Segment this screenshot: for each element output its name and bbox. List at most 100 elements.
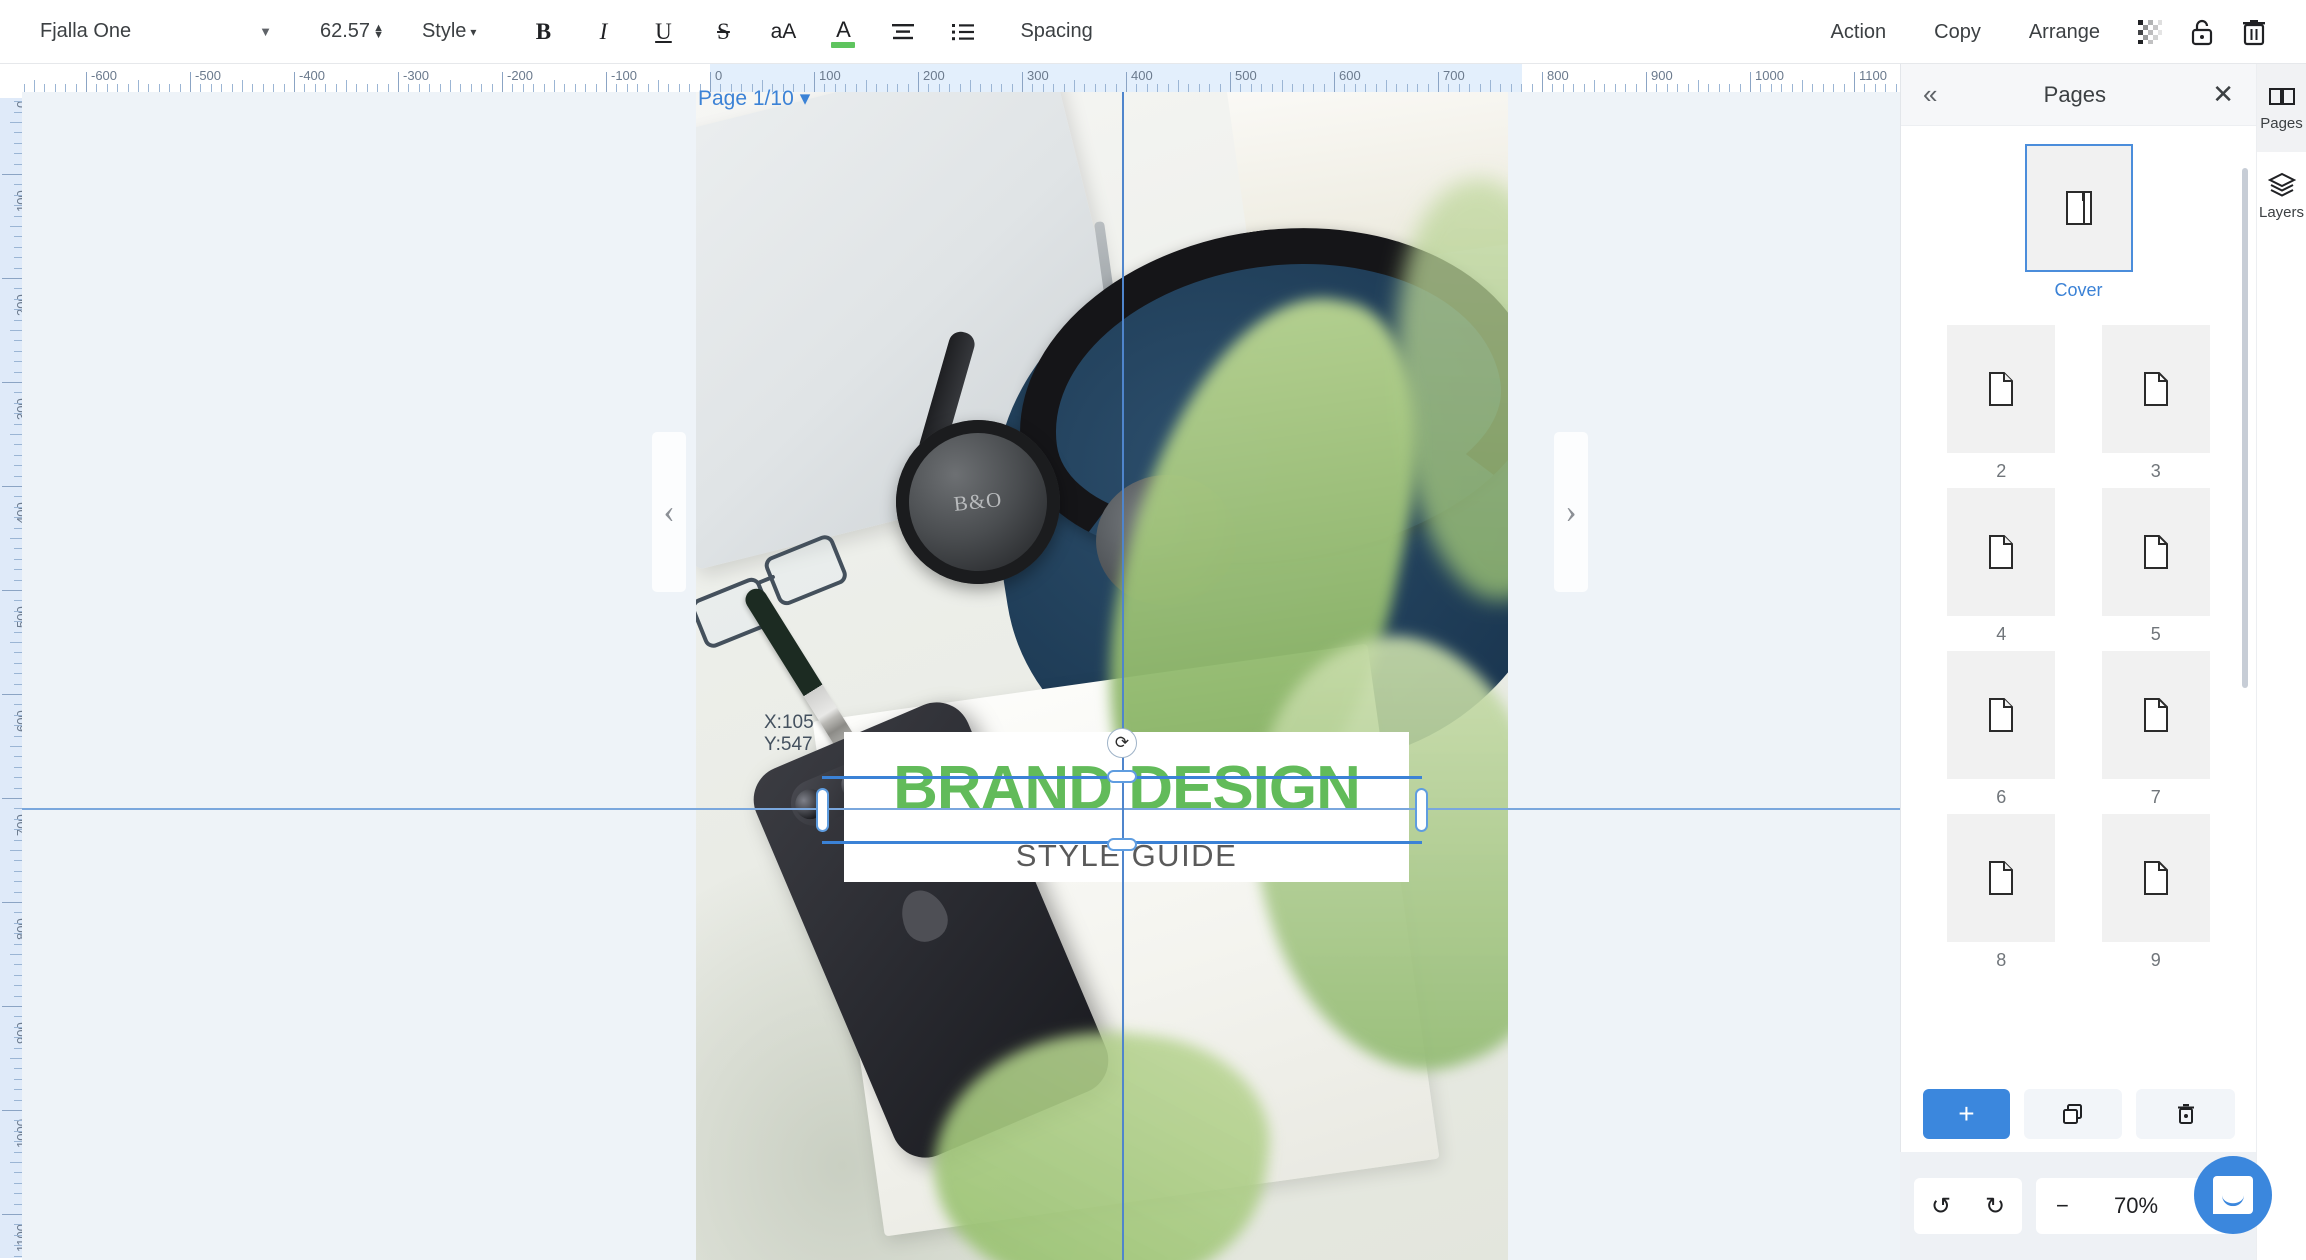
page-indicator-label: Page 1/10 — [698, 86, 794, 110]
page-thumbnail-item[interactable]: 8 — [1927, 814, 2076, 971]
redo-button[interactable]: ↻ — [1985, 1192, 2005, 1221]
vertical-ruler[interactable]: 010020030040050060070080090010001100 — [0, 92, 22, 1260]
page-canvas[interactable]: B&O — [696, 92, 1508, 1260]
page-thumbnail[interactable] — [2101, 488, 2210, 616]
prev-page-button[interactable]: ‹ — [652, 432, 686, 592]
ruler-minor-tick — [408, 84, 410, 92]
pages-panel-scrollbar[interactable] — [2242, 168, 2248, 688]
text-color-button[interactable]: A — [820, 9, 866, 55]
ruler-major-tick — [814, 72, 815, 92]
ruler-minor-tick — [491, 84, 493, 92]
italic-button[interactable]: I — [580, 9, 626, 55]
ruler-minor-tick — [1240, 84, 1242, 92]
zoom-out-button[interactable]: − — [2056, 1193, 2069, 1219]
ruler-minor-tick — [990, 84, 992, 92]
ruler-minor-tick — [65, 84, 67, 92]
page-thumbnail-item[interactable]: 5 — [2082, 488, 2231, 645]
underline-button[interactable]: U — [640, 9, 686, 55]
cover-thumbnail[interactable] — [2024, 144, 2133, 272]
ruler-minor-tick — [647, 84, 649, 92]
ruler-minor-tick — [1843, 84, 1845, 92]
ruler-label: 600 — [1339, 68, 1361, 83]
page-thumbnail[interactable] — [1947, 651, 2056, 779]
spacing-button[interactable]: Spacing — [1020, 20, 1092, 43]
ruler-major-tick — [190, 72, 191, 92]
arrange-button[interactable]: Arrange — [2005, 21, 2124, 44]
page-number-label: 3 — [2150, 461, 2161, 481]
page-thumbnail[interactable] — [1947, 325, 2056, 453]
page-thumbnail[interactable] — [2101, 325, 2210, 453]
ruler-minor-tick — [1396, 84, 1398, 92]
ruler-minor-tick — [1313, 84, 1315, 92]
cover-page-item[interactable]: Cover — [1927, 144, 2230, 301]
align-button[interactable] — [880, 9, 926, 55]
page-thumbnail-item[interactable]: 6 — [1927, 651, 2076, 808]
page-thumbnail-item[interactable]: 4 — [1927, 488, 2076, 645]
resize-handle-right[interactable] — [1415, 788, 1428, 832]
next-page-button[interactable]: › — [1554, 432, 1588, 592]
ruler-label: 1000 — [1755, 68, 1784, 83]
help-chat-button[interactable] — [2194, 1156, 2272, 1234]
page-thumbnail-grid[interactable]: 2 3 4 5 6 7 8 9 — [1927, 325, 2230, 977]
page-right-icon — [2143, 861, 2168, 895]
delete-page-button[interactable] — [2136, 1089, 2235, 1139]
font-size-stepper[interactable]: 62.57 ▲ ▼ — [320, 20, 384, 43]
bullet-list-button[interactable] — [940, 9, 986, 55]
page-thumbnail-item[interactable]: 9 — [2082, 814, 2231, 971]
page-thumbnail-item[interactable]: 3 — [2082, 325, 2231, 482]
ruler-minor-tick — [96, 84, 98, 92]
ruler-minor-tick — [1115, 84, 1117, 92]
ruler-minor-tick-v — [14, 933, 22, 935]
ruler-minor-tick — [886, 84, 888, 92]
stepper-arrows-icon[interactable]: ▲ ▼ — [373, 22, 384, 40]
add-page-button[interactable]: + — [1923, 1089, 2010, 1139]
ruler-minor-tick — [866, 80, 867, 92]
page-right-icon — [2143, 372, 2168, 406]
resize-handle-left[interactable] — [816, 788, 829, 832]
undo-button[interactable]: ↺ — [1931, 1192, 1951, 1221]
ruler-minor-tick-v — [14, 704, 22, 706]
ruler-minor-tick-v — [14, 579, 22, 581]
canvas-area[interactable]: B&O BRAND DESIGN STYLE GUIDE ⟳ X:105 Y:5… — [22, 92, 1900, 1260]
bold-button[interactable]: B — [520, 9, 566, 55]
ruler-minor-tick-v — [14, 350, 22, 352]
ruler-label-v: 1000 — [14, 1119, 22, 1148]
ruler-minor-tick — [1157, 84, 1159, 92]
ruler-minor-tick-v — [14, 558, 22, 560]
resize-handle-bottom[interactable] — [1107, 838, 1137, 851]
page-indicator[interactable]: Page 1/10 ▾ — [698, 86, 810, 111]
style-dropdown[interactable]: Style ▾ — [422, 20, 477, 43]
lock-button[interactable] — [2176, 6, 2228, 58]
rail-item-layers[interactable]: Layers — [2257, 152, 2306, 240]
font-family-select[interactable]: Fjalla One ▼ — [32, 12, 280, 52]
rail-item-pages[interactable]: Pages — [2257, 64, 2306, 152]
pages-panel-body[interactable]: Cover 2 3 4 5 6 7 8 9 — [1901, 126, 2256, 1128]
ruler-minor-tick — [106, 84, 108, 92]
page-thumbnail-item[interactable]: 7 — [2082, 651, 2231, 808]
ruler-minor-tick — [1365, 84, 1367, 92]
text-case-button[interactable]: aA — [760, 9, 806, 55]
action-button[interactable]: Action — [1807, 21, 1911, 44]
ruler-major-tick — [1854, 72, 1855, 92]
strikethrough-button[interactable]: S — [700, 9, 746, 55]
page-thumbnail[interactable] — [1947, 814, 2056, 942]
transparency-button[interactable] — [2124, 6, 2176, 58]
page-thumbnail-item[interactable]: 2 — [1927, 325, 2076, 482]
page-thumbnail[interactable] — [2101, 814, 2210, 942]
ruler-minor-tick-v — [14, 943, 22, 945]
rotate-handle[interactable]: ⟳ — [1107, 728, 1137, 758]
page-thumbnail[interactable] — [1947, 488, 2056, 616]
delete-button[interactable] — [2228, 6, 2280, 58]
page-thumbnail[interactable] — [2101, 651, 2210, 779]
ruler-minor-tick-v — [14, 1224, 22, 1226]
collapse-panel-button[interactable]: « — [1923, 79, 1937, 110]
ruler-minor-tick — [23, 84, 25, 92]
close-panel-button[interactable]: ✕ — [2212, 79, 2234, 110]
copy-button[interactable]: Copy — [1910, 21, 2005, 44]
duplicate-page-button[interactable] — [2023, 1089, 2123, 1139]
ruler-minor-tick-v — [14, 402, 22, 404]
resize-handle-top[interactable] — [1107, 770, 1137, 783]
ruler-label-v: 400 — [14, 502, 22, 524]
ruler-minor-tick-v — [10, 1058, 22, 1059]
horizontal-ruler[interactable]: -600 -500 -400 -300 -200 -100 0 100 200 300 400 500… — [22, 64, 1900, 92]
